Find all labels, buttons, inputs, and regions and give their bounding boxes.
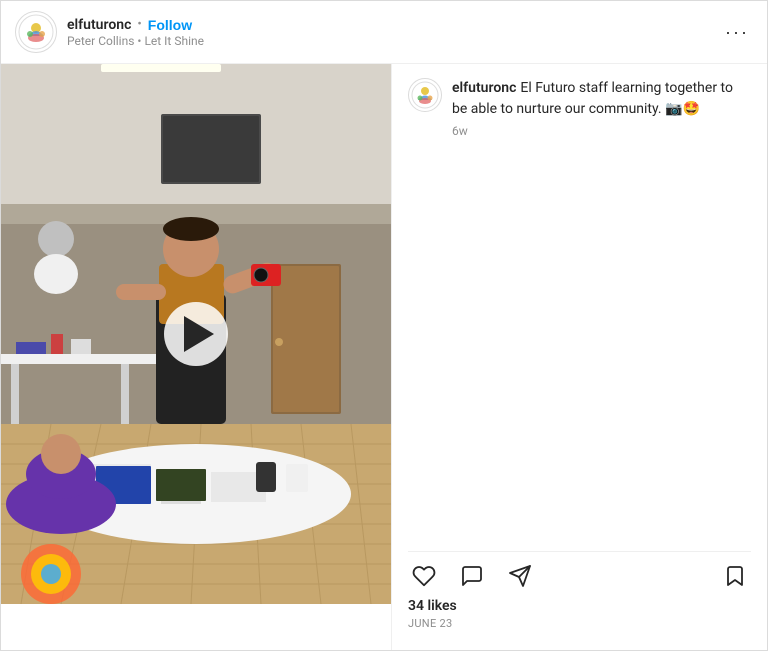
comment-section: elfuturoncEl Futuro staff learning toget… xyxy=(408,78,751,551)
post-main: elfuturoncEl Futuro staff learning toget… xyxy=(1,64,767,650)
header-username[interactable]: elfuturonc xyxy=(67,17,131,33)
share-button[interactable] xyxy=(504,560,536,592)
post-media[interactable] xyxy=(1,64,391,604)
post-subtitle: Peter Collins • Let It Shine xyxy=(67,34,721,48)
post-actions: 34 likes JUNE 23 xyxy=(408,551,751,636)
comment-avatar[interactable] xyxy=(408,78,442,112)
post-date: JUNE 23 xyxy=(408,617,751,630)
comment-time: 6w xyxy=(452,124,751,138)
save-button[interactable] xyxy=(719,560,751,592)
likes-count: 34 likes xyxy=(408,598,751,614)
comment-body: elfuturoncEl Futuro staff learning toget… xyxy=(452,78,751,138)
send-icon xyxy=(508,564,532,588)
action-icons-row xyxy=(408,560,751,592)
subtitle-user: Peter Collins xyxy=(67,34,134,48)
follow-button[interactable]: Follow xyxy=(148,17,192,33)
comment-row: elfuturoncEl Futuro staff learning toget… xyxy=(408,78,751,138)
post-right-panel: elfuturoncEl Futuro staff learning toget… xyxy=(391,64,767,650)
like-button[interactable] xyxy=(408,560,440,592)
comment-text: elfuturoncEl Futuro staff learning toget… xyxy=(452,78,751,120)
comment-username[interactable]: elfuturonc xyxy=(452,80,516,96)
heart-icon xyxy=(412,564,436,588)
subtitle-song: Let It Shine xyxy=(144,34,204,48)
header-avatar[interactable] xyxy=(15,11,57,53)
post-container: elfuturonc • Follow Peter Collins • Let … xyxy=(0,0,768,651)
comment-icon xyxy=(460,564,484,588)
dot-separator: • xyxy=(137,17,141,32)
more-options-button[interactable]: ··· xyxy=(721,18,753,47)
bookmark-icon xyxy=(723,564,747,588)
header-info: elfuturonc • Follow Peter Collins • Let … xyxy=(67,17,721,48)
play-button[interactable] xyxy=(164,302,228,366)
comment-button[interactable] xyxy=(456,560,488,592)
post-header: elfuturonc • Follow Peter Collins • Let … xyxy=(1,1,767,64)
